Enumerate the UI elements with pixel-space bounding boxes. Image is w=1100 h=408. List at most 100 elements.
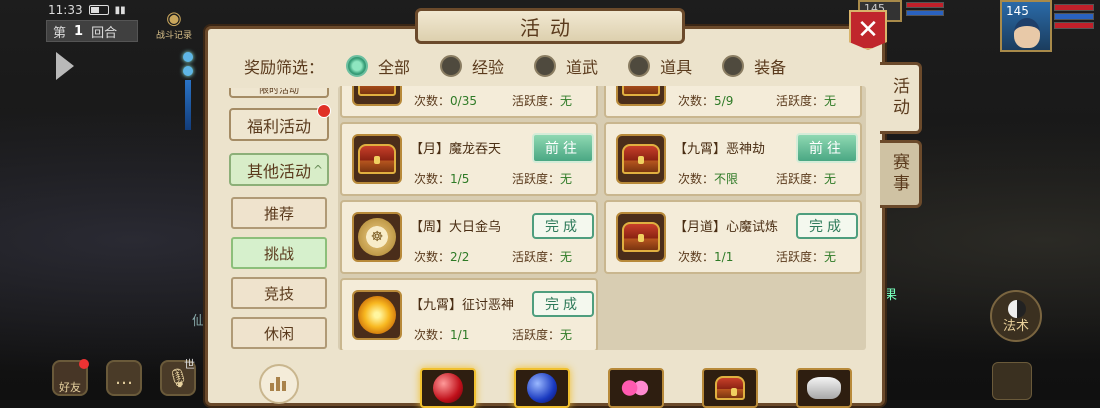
filter-option-all[interactable]: 全部 bbox=[346, 54, 410, 78]
side-glyph-right: 果 bbox=[884, 288, 898, 303]
character-portrait bbox=[1014, 18, 1040, 48]
category-other[interactable]: 其他活动 ^ bbox=[229, 153, 329, 186]
side-glyph-left: 仙 bbox=[192, 314, 206, 329]
card-activity: 活跃度：无 bbox=[512, 94, 573, 108]
silver-ingot-icon bbox=[807, 377, 841, 399]
filter-option-label: 经验 bbox=[472, 58, 505, 77]
signal-icon: ▮▮ bbox=[114, 4, 126, 16]
completed-button[interactable]: 完成 bbox=[532, 213, 594, 239]
taichi-icon bbox=[1008, 300, 1026, 318]
pet-status-bars bbox=[906, 2, 944, 18]
close-button[interactable]: ✕ bbox=[849, 10, 887, 50]
card-name: 【周】大日金乌 bbox=[410, 220, 502, 235]
spell-button[interactable]: 法术 bbox=[990, 290, 1042, 342]
activity-card-molong[interactable]: 【月】魔龙吞天 前往 次数：1/5 活跃度：无 bbox=[340, 122, 598, 196]
activity-card-dariijinwu[interactable]: ☸ 【周】大日金乌 完成 次数：2/2 活跃度：无 bbox=[340, 200, 598, 274]
eye-icon: ◉ bbox=[166, 8, 182, 29]
card-activity: 活跃度：无 bbox=[512, 328, 573, 342]
activity-list[interactable]: 次数：0/35 活跃度：无 次数：5/9 活跃度：无 【月】魔龙吞天 前往 次数… bbox=[338, 86, 866, 350]
chest-icon bbox=[352, 86, 402, 106]
card-count: 次数：不限 bbox=[678, 172, 739, 186]
card-activity: 活跃度：无 bbox=[776, 94, 837, 108]
subcategory-challenge[interactable]: 挑战 bbox=[231, 237, 327, 269]
panel-title: 活动 bbox=[520, 15, 580, 40]
filter-option-label: 装备 bbox=[754, 58, 787, 77]
player-status-bars bbox=[1054, 4, 1094, 31]
gems-icon bbox=[620, 377, 652, 399]
reward-red-orb[interactable] bbox=[420, 368, 476, 408]
card-activity: 活跃度：无 bbox=[776, 172, 837, 186]
completed-button[interactable]: 完成 bbox=[796, 213, 858, 239]
radio-icon bbox=[346, 55, 369, 77]
card-count: 次数：1/5 bbox=[414, 172, 470, 186]
activity-card-zhengtao[interactable]: 【九霄】征讨恶神 完成 次数：1/1 活跃度：无 bbox=[340, 278, 598, 350]
player-avatar[interactable]: 145 bbox=[1000, 0, 1052, 52]
go-button[interactable]: 前往 bbox=[532, 133, 594, 163]
go-button[interactable]: 前往 bbox=[796, 133, 858, 163]
chat-button[interactable]: … bbox=[106, 360, 142, 396]
chevron-up-icon: ^ bbox=[312, 162, 323, 177]
friends-label: 好友 bbox=[59, 381, 81, 394]
radio-icon bbox=[534, 55, 557, 77]
filter-option-daowu[interactable]: 道武 bbox=[534, 54, 598, 78]
activity-card-eshenjie[interactable]: 【九霄】恶神劫 前往 次数：不限 活跃度：无 bbox=[604, 122, 862, 196]
activity-card[interactable]: 次数：0/35 活跃度：无 bbox=[340, 86, 598, 118]
coin-icon: ☸ bbox=[352, 212, 402, 262]
chest-icon bbox=[352, 134, 402, 184]
play-arrow-icon[interactable] bbox=[56, 52, 74, 80]
completed-button[interactable]: 完成 bbox=[532, 291, 594, 317]
jade-pendant-icon bbox=[182, 48, 194, 138]
category-limited-partial[interactable]: 限时活动 bbox=[229, 88, 329, 98]
activity-card-xinmo[interactable]: 【月道】心魔试炼 完成 次数：1/1 活跃度：无 bbox=[604, 200, 862, 274]
battle-log-label: 战斗记录 bbox=[155, 31, 192, 41]
round-prefix: 第 bbox=[53, 25, 67, 41]
chest-icon bbox=[616, 212, 666, 262]
card-activity: 活跃度：无 bbox=[512, 172, 573, 186]
radio-icon bbox=[628, 55, 651, 77]
reward-blue-orb[interactable] bbox=[514, 368, 570, 408]
reward-filter: 奖励筛选： 全部 经验 道武 道具 装备 bbox=[230, 50, 870, 82]
filter-option-equipment[interactable]: 装备 bbox=[722, 54, 786, 78]
subcategory-competitive[interactable]: 竞技 bbox=[231, 277, 327, 309]
tab-activity[interactable]: 活动 bbox=[880, 62, 922, 134]
round-counter: 第 1 回合 bbox=[46, 20, 138, 42]
close-icon: ✕ bbox=[857, 15, 879, 45]
filter-option-items[interactable]: 道具 bbox=[628, 54, 692, 78]
friends-button[interactable]: 好友 bbox=[52, 359, 89, 396]
round-suffix: 回合 bbox=[91, 25, 118, 41]
radio-icon bbox=[440, 55, 463, 77]
category-label: 限时活动 bbox=[259, 88, 299, 96]
notification-dot bbox=[79, 359, 89, 369]
round-number: 1 bbox=[74, 23, 84, 39]
blue-orb-icon bbox=[527, 373, 557, 403]
category-welfare[interactable]: 福利活动 bbox=[229, 104, 331, 141]
bar-chart-icon bbox=[270, 377, 288, 391]
category-label: 福利活动 bbox=[246, 116, 311, 136]
filter-option-label: 道具 bbox=[660, 58, 693, 77]
card-activity: 活跃度：无 bbox=[512, 250, 573, 264]
bottom-right-bag-icon[interactable] bbox=[992, 362, 1032, 400]
subcategory-casual[interactable]: 休闲 bbox=[231, 317, 327, 349]
battery-icon bbox=[88, 5, 109, 15]
tab-events[interactable]: 赛事 bbox=[880, 140, 922, 208]
card-count: 次数：5/9 bbox=[678, 94, 734, 108]
subcategory-recommended[interactable]: 推荐 bbox=[231, 197, 327, 229]
chest-icon bbox=[616, 134, 666, 184]
activity-progress-button[interactable] bbox=[259, 364, 299, 404]
card-count: 次数：2/2 bbox=[414, 250, 470, 264]
card-activity: 活跃度：无 bbox=[776, 250, 837, 264]
card-count: 次数：1/1 bbox=[414, 328, 470, 342]
panel-title-bar: 活动 bbox=[415, 8, 685, 44]
reward-silver[interactable] bbox=[796, 368, 852, 408]
card-name: 【九霄】征讨恶神 bbox=[410, 298, 515, 313]
red-orb-icon bbox=[433, 373, 463, 403]
reward-chest[interactable] bbox=[702, 368, 758, 408]
voice-channel-label: 世 bbox=[184, 358, 195, 371]
card-name: 【九霄】恶神劫 bbox=[674, 142, 766, 157]
activity-card[interactable]: 次数：5/9 活跃度：无 bbox=[604, 86, 862, 118]
status-bar: 11:33 ▮▮ bbox=[48, 2, 138, 18]
reward-gems[interactable] bbox=[608, 368, 664, 408]
radio-icon bbox=[722, 55, 745, 77]
battle-log-button[interactable]: ◉ 战斗记录 bbox=[150, 10, 198, 46]
filter-option-exp[interactable]: 经验 bbox=[440, 54, 504, 78]
